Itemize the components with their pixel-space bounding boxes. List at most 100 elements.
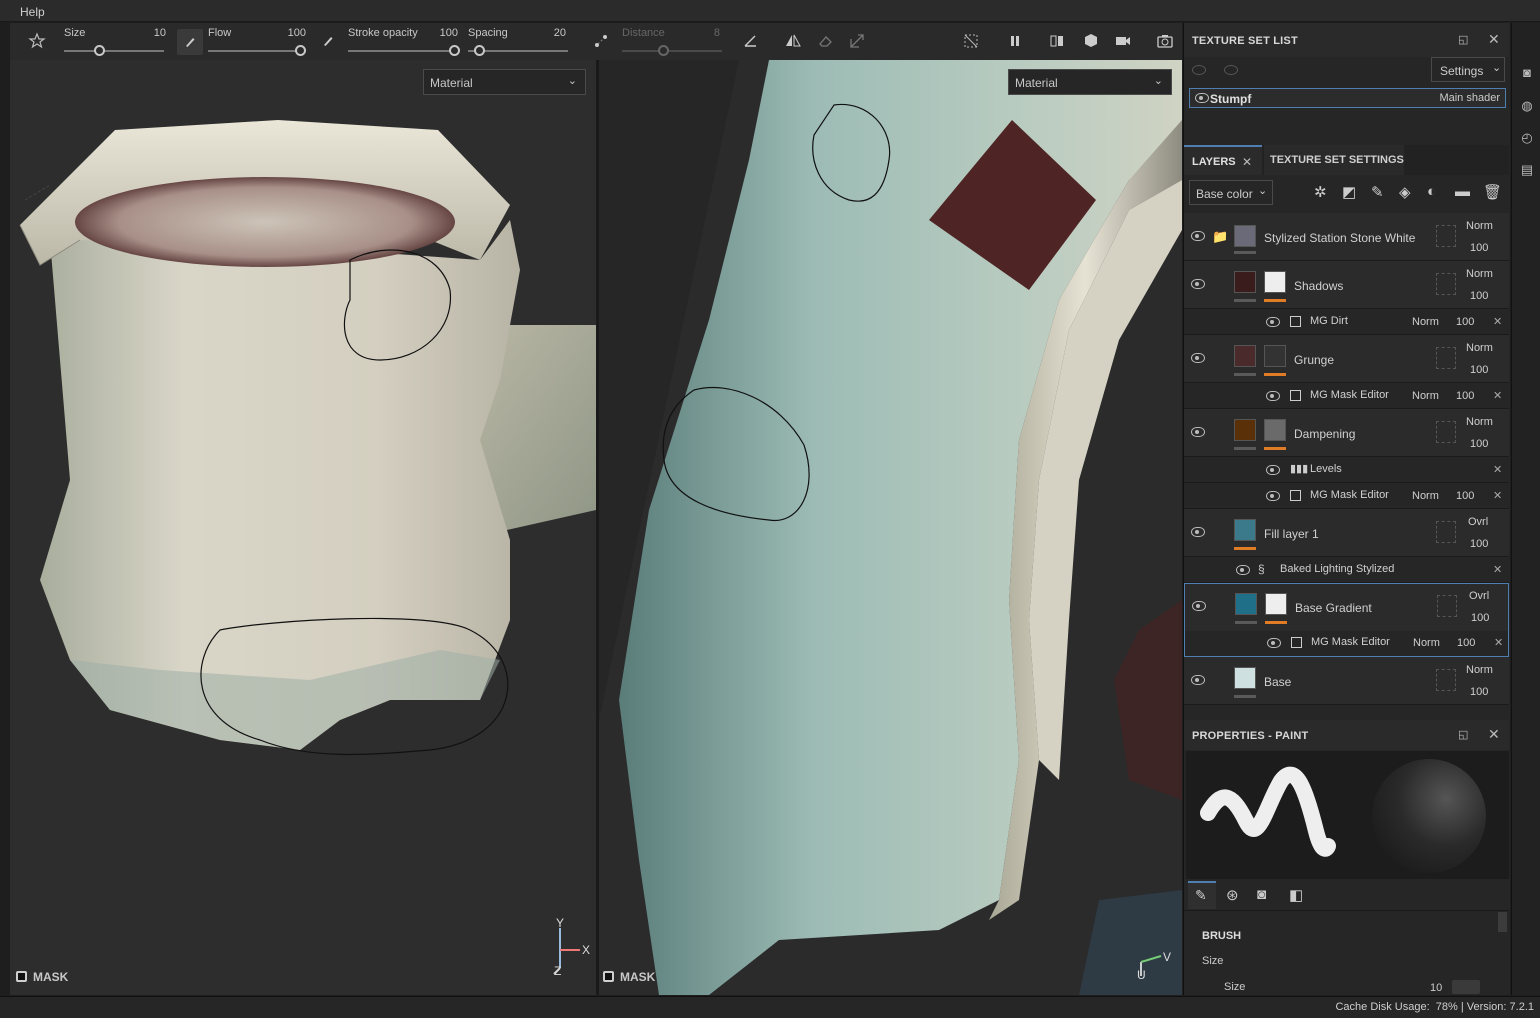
layer-row[interactable]: Shadows Norm 100 bbox=[1184, 261, 1509, 309]
eye-icon[interactable] bbox=[1192, 601, 1206, 611]
material-preview-sphere[interactable] bbox=[1372, 759, 1486, 873]
layer-mask-slot[interactable] bbox=[1436, 521, 1456, 543]
effect-blend-mode[interactable]: Norm bbox=[1412, 390, 1439, 402]
layer-blend-mode[interactable]: Norm bbox=[1466, 342, 1493, 354]
viewport-3d-material-dropdown[interactable]: Material ⌄ bbox=[423, 69, 586, 95]
layer-name[interactable]: Base bbox=[1264, 675, 1291, 689]
remove-effect-icon[interactable]: ✕ bbox=[1493, 463, 1502, 476]
layer-blend-mode[interactable]: Norm bbox=[1466, 416, 1493, 428]
lazy-mouse-icon[interactable] bbox=[590, 30, 612, 52]
layer-opacity[interactable]: 100 bbox=[1470, 364, 1488, 376]
effect-row[interactable]: MG Dirt Norm 100 ✕ bbox=[1184, 309, 1509, 335]
close-icon[interactable]: ✕ bbox=[1488, 726, 1500, 743]
hide-all-icon[interactable] bbox=[1192, 65, 1206, 75]
viewport-3d-mask-toggle[interactable]: MASK bbox=[16, 970, 68, 984]
eye-icon[interactable] bbox=[1191, 279, 1205, 289]
effect-row[interactable]: MG Mask Editor Norm 100 ✕ bbox=[1184, 631, 1509, 657]
layer-mask-slot[interactable] bbox=[1436, 421, 1456, 443]
layer-name[interactable]: Base Gradient bbox=[1295, 601, 1372, 615]
viewport-2d[interactable]: Material ⌄ U V MASK bbox=[599, 60, 1182, 995]
close-icon[interactable]: ✕ bbox=[1488, 31, 1500, 48]
effect-opacity[interactable]: 100 bbox=[1457, 637, 1475, 649]
size-value[interactable]: 10 bbox=[146, 27, 166, 39]
eye-icon[interactable] bbox=[1191, 353, 1205, 363]
display-settings-icon[interactable]: ◙ bbox=[1519, 65, 1535, 81]
layer-mask-slot[interactable] bbox=[1436, 347, 1456, 369]
stroke-pen-icon[interactable] bbox=[317, 30, 339, 52]
effect-opacity[interactable]: 100 bbox=[1456, 390, 1474, 402]
layer-blend-mode[interactable]: Ovrl bbox=[1469, 590, 1489, 602]
history-icon[interactable]: ◴ bbox=[1519, 130, 1535, 146]
layer-mask-slot[interactable] bbox=[1437, 595, 1457, 617]
layer-blend-mode[interactable]: Ovrl bbox=[1468, 516, 1488, 528]
layer-blend-mode[interactable]: Norm bbox=[1466, 664, 1493, 676]
split-view-icon[interactable] bbox=[1046, 30, 1068, 52]
layer-name[interactable]: Dampening bbox=[1294, 427, 1355, 441]
effect-opacity[interactable]: 100 bbox=[1456, 490, 1474, 502]
size-slider[interactable] bbox=[64, 50, 164, 52]
layer-row[interactable]: Grunge Norm 100 bbox=[1184, 335, 1509, 383]
menu-help[interactable]: Help bbox=[20, 5, 45, 19]
tab-brush[interactable]: ✎ bbox=[1188, 881, 1216, 909]
effect-blend-mode[interactable]: Norm bbox=[1413, 637, 1440, 649]
channel-dropdown[interactable]: Base color ⌄ bbox=[1189, 180, 1273, 205]
eye-icon[interactable] bbox=[1191, 675, 1205, 685]
texture-set-stumpf[interactable]: Stumpf Main shader bbox=[1189, 88, 1506, 108]
viewport-2d-mask-toggle[interactable]: MASK bbox=[603, 970, 655, 984]
eye-icon[interactable] bbox=[1266, 317, 1280, 327]
remove-effect-icon[interactable]: ✕ bbox=[1493, 489, 1502, 502]
size-expand-button[interactable] bbox=[1452, 980, 1480, 994]
close-icon[interactable]: ✕ bbox=[1242, 155, 1252, 169]
layer-opacity[interactable]: 100 bbox=[1471, 612, 1489, 624]
cube-view-icon[interactable] bbox=[1080, 30, 1102, 52]
tab-texture-set-settings[interactable]: TEXTURE SET SETTINGS bbox=[1264, 145, 1404, 175]
size-value[interactable]: 10 bbox=[1430, 982, 1442, 994]
log-icon[interactable]: ▤ bbox=[1519, 162, 1535, 178]
eye-icon[interactable] bbox=[1195, 93, 1209, 103]
flow-slider[interactable] bbox=[208, 50, 306, 52]
screenshot-icon[interactable] bbox=[1154, 30, 1176, 52]
pause-icon[interactable] bbox=[1004, 30, 1026, 52]
flow-slider-knob[interactable] bbox=[295, 45, 306, 56]
layer-blend-mode[interactable]: Norm bbox=[1466, 220, 1493, 232]
layer-mask-slot[interactable] bbox=[1436, 225, 1456, 247]
effect-blend-mode[interactable]: Norm bbox=[1412, 490, 1439, 502]
flow-value[interactable]: 100 bbox=[276, 27, 306, 39]
effect-opacity[interactable]: 100 bbox=[1456, 316, 1474, 328]
add-fill-layer-icon[interactable]: ◈ bbox=[1399, 183, 1411, 201]
add-smart-material-icon[interactable]: ◐ bbox=[1427, 183, 1436, 200]
eye-icon[interactable] bbox=[1266, 391, 1280, 401]
flow-pen-icon[interactable] bbox=[177, 29, 203, 55]
distance-value[interactable]: 8 bbox=[700, 27, 720, 39]
layer-name[interactable]: Grunge bbox=[1294, 353, 1334, 367]
layer-row-selected[interactable]: Base Gradient Ovrl 100 bbox=[1184, 583, 1509, 631]
layer-row[interactable]: 📁 Stylized Station Stone White Norm 100 bbox=[1184, 213, 1509, 261]
viewport-3d[interactable]: Material ⌄ Y X Z MASK bbox=[10, 60, 596, 995]
distance-slider-knob[interactable] bbox=[658, 45, 669, 56]
remove-effect-icon[interactable]: ✕ bbox=[1493, 563, 1502, 576]
spacing-slider-knob[interactable] bbox=[474, 45, 485, 56]
effect-row[interactable]: MG Mask Editor Norm 100 ✕ bbox=[1184, 383, 1509, 409]
eraser-icon[interactable] bbox=[814, 30, 836, 52]
layer-mask-slot[interactable] bbox=[1436, 669, 1456, 691]
stroke-opacity-slider-knob[interactable] bbox=[449, 45, 460, 56]
effect-row[interactable]: § Baked Lighting Stylized ✕ bbox=[1184, 557, 1509, 583]
layer-mask-slot[interactable] bbox=[1436, 273, 1456, 295]
spacing-value[interactable]: 20 bbox=[546, 27, 566, 39]
undock-icon[interactable]: ◱ bbox=[1458, 33, 1468, 46]
layer-row[interactable]: Base Norm 100 bbox=[1184, 657, 1509, 705]
eye-icon[interactable] bbox=[1191, 231, 1205, 241]
delete-layer-icon[interactable]: 🗑 bbox=[1483, 183, 1502, 201]
layer-row[interactable]: Fill layer 1 Ovrl 100 bbox=[1184, 509, 1509, 557]
eye-icon[interactable] bbox=[1267, 638, 1281, 648]
add-folder-icon[interactable]: ▬ bbox=[1455, 183, 1470, 200]
tab-layers[interactable]: LAYERS ✕ bbox=[1184, 145, 1262, 175]
hide-ui-icon[interactable] bbox=[960, 30, 982, 52]
eye-icon[interactable] bbox=[1191, 527, 1205, 537]
add-mask-icon[interactable]: ◩ bbox=[1342, 183, 1356, 201]
tab-stencil-icon[interactable]: ◧ bbox=[1289, 886, 1303, 904]
stroke-opacity-value[interactable]: 100 bbox=[428, 27, 458, 39]
eye-icon[interactable] bbox=[1191, 427, 1205, 437]
eye-icon[interactable] bbox=[1266, 491, 1280, 501]
layer-name[interactable]: Shadows bbox=[1294, 279, 1343, 293]
